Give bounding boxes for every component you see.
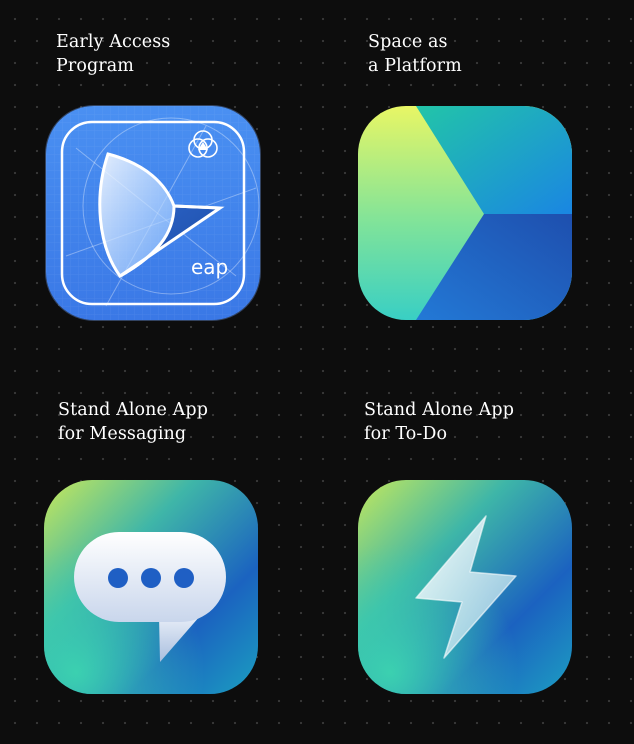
caption-line: Space as [368,32,448,52]
lightning-bolt-icon [358,480,572,694]
caption-line: a Platform [368,56,462,76]
caption-todo: Stand Alone App for To-Do [364,398,514,446]
app-icon-eap[interactable]: eap [46,106,260,320]
eap-badge-text: eap [191,255,228,279]
caption-line: Stand Alone App [364,400,514,420]
caption-line: Program [56,56,134,76]
caption-line: for Messaging [58,424,187,444]
caption-space-as-a-platform: Space as a Platform [368,30,462,78]
caption-messaging: Stand Alone App for Messaging [58,398,208,446]
caption-line: for To-Do [364,424,448,444]
caption-line: Stand Alone App [58,400,208,420]
caption-line: Early Access [56,32,171,52]
caption-early-access-program: Early Access Program [56,30,170,78]
app-icon-messaging[interactable] [44,480,258,694]
app-icon-space[interactable] [358,106,572,320]
play-triangle-gradient-icon [358,106,572,320]
compass-blueprint-icon: eap [46,106,260,320]
app-icon-todo[interactable] [358,480,572,694]
chat-bubble-icon [44,480,258,694]
